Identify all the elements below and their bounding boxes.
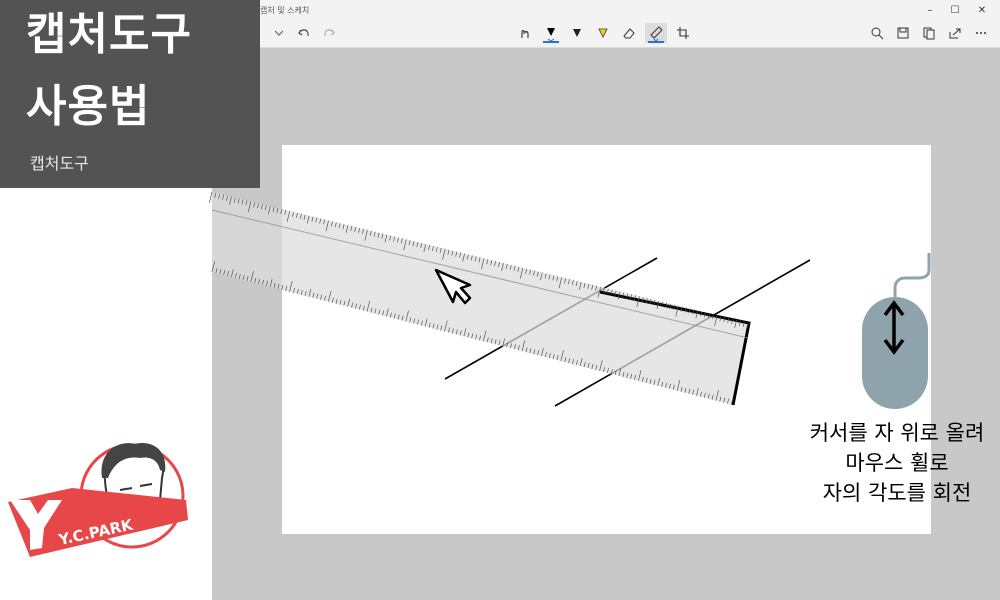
banner-title-line1: 캡처도구 <box>26 9 192 60</box>
ruler <box>212 192 749 405</box>
caption-line3: 자의 각도를 회전 <box>822 481 972 505</box>
ruler-tick <box>209 191 213 203</box>
banner-subtitle: 캡처도구 <box>30 154 89 173</box>
caption-line1: 커서를 자 위로 올려 <box>809 421 985 445</box>
caption-line2: 마우스 휠로 <box>845 451 949 475</box>
mouse-cable <box>893 253 931 300</box>
title-banner: 캡처도구 사용법 캡처도구 <box>0 0 260 188</box>
instruction-caption: 커서를 자 위로 올려 마우스 휠로 자의 각도를 회전 <box>782 418 1000 508</box>
banner-title-line2: 사용법 <box>26 81 151 132</box>
